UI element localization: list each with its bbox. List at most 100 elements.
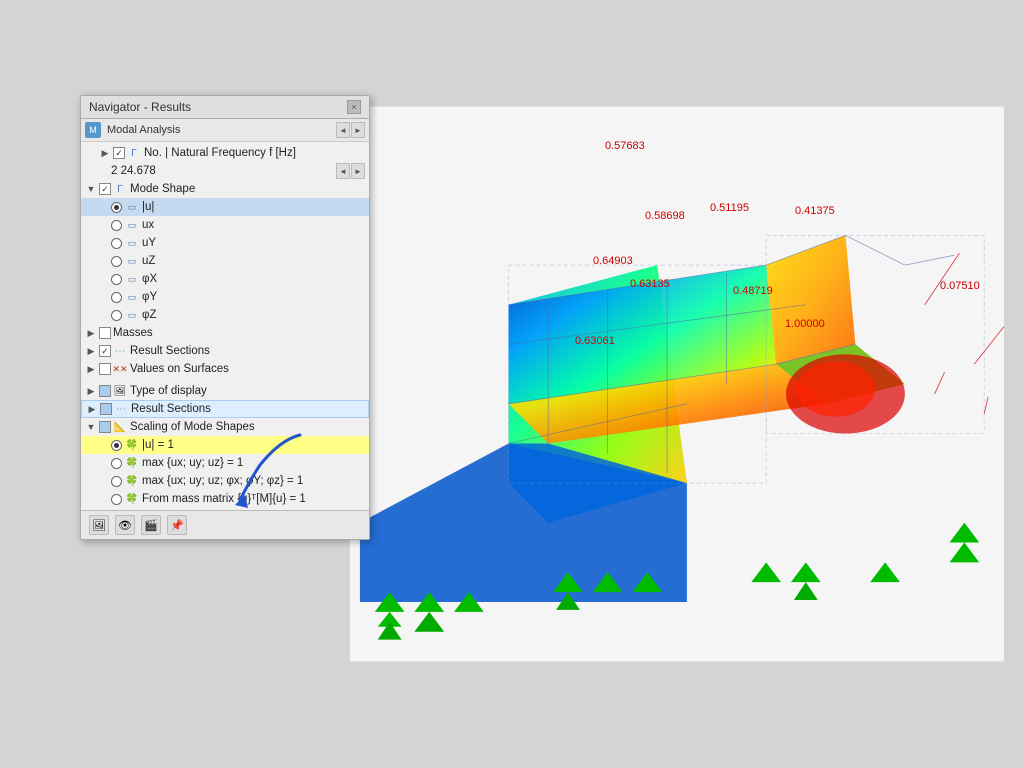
scaling-from-mass-label: From mass matrix {u}ᵀ[M]{u} = 1: [142, 493, 306, 505]
result-sections-checkbox-top[interactable]: [99, 345, 111, 357]
result-sections-icon-bottom: ⋯: [114, 402, 128, 416]
mode-shape-row: ▼ Γ Mode Shape: [81, 180, 369, 198]
type-display-expand[interactable]: ▶: [85, 385, 97, 397]
abs-u-label: |u|: [142, 201, 154, 213]
scaling-max-all-row[interactable]: 🍀 max {ux; uy; uz; φx; φY; φz} = 1: [81, 472, 369, 490]
frequency-value-row: 2 24.678 ◄ ►: [81, 162, 369, 180]
mode-shape-expand[interactable]: ▼: [85, 183, 97, 195]
nav-prev-arrow[interactable]: ◄: [336, 122, 350, 138]
navigator-panel: Navigator - Results × M Modal Analysis ◄…: [80, 95, 370, 540]
masses-label: Masses: [113, 327, 153, 339]
scaling-max-all-radio[interactable]: [111, 476, 122, 487]
result-sections-icon-top: ⋯: [113, 344, 127, 358]
ux-icon: ▭: [125, 218, 139, 232]
phiz-row[interactable]: ▭ φZ: [81, 306, 369, 324]
scaling-mass-icon: 🍀: [125, 492, 139, 506]
masses-expand[interactable]: ▶: [85, 327, 97, 339]
value-label-8: 0.63061: [575, 335, 615, 347]
scaling-max-uxuyuz-row[interactable]: 🍀 max {ux; uy; uz} = 1: [81, 454, 369, 472]
value-label-9: 0.07510: [940, 280, 980, 292]
value-label-3: 0.41375: [795, 205, 835, 217]
ux-radio[interactable]: [111, 220, 122, 231]
masses-row[interactable]: ▶ Masses: [81, 324, 369, 342]
scaling-row[interactable]: ▼ 📐 Scaling of Mode Shapes: [81, 418, 369, 436]
nav-title: Navigator - Results: [89, 100, 191, 114]
values-expand[interactable]: ▶: [85, 363, 97, 375]
type-of-display-row[interactable]: ▶ 🖼 Type of display: [81, 382, 369, 400]
masses-checkbox[interactable]: [99, 327, 111, 339]
uz-icon: ▭: [125, 254, 139, 268]
uz-label: uZ: [142, 255, 155, 267]
phix-row[interactable]: ▭ φX: [81, 270, 369, 288]
nav-content: ▶ Γ No. | Natural Frequency f [Hz] 2 24.…: [81, 142, 369, 510]
abs-u-row[interactable]: ▭ |u|: [81, 198, 369, 216]
nav-dropdown-bar: M Modal Analysis ◄ ►: [81, 119, 369, 142]
scaling-max-icon2: 🍀: [125, 474, 139, 488]
nav-close-button[interactable]: ×: [347, 100, 361, 114]
phiz-label: φZ: [142, 309, 156, 321]
phix-radio[interactable]: [111, 274, 122, 285]
phix-icon: ▭: [125, 272, 139, 286]
phiy-radio[interactable]: [111, 292, 122, 303]
result-sections-row-top[interactable]: ▶ ⋯ Result Sections: [81, 342, 369, 360]
values-checkbox[interactable]: [99, 363, 111, 375]
result-sections-row-bottom[interactable]: ▶ ⋯ Result Sections: [81, 400, 369, 418]
value-label-4: 0.64903: [593, 255, 633, 267]
value-label-1: 0.58698: [645, 210, 685, 222]
nav-next-arrow[interactable]: ►: [351, 122, 365, 138]
result-sections-expand-top[interactable]: ▶: [85, 345, 97, 357]
mode-shape-checkbox[interactable]: [99, 183, 111, 195]
nav-footer: 🖼 👁 🎬 📌: [81, 510, 369, 539]
result-sections-checkbox-bottom[interactable]: [100, 403, 112, 415]
mode-shape-icon: Γ: [113, 182, 127, 196]
scaling-from-mass-radio[interactable]: [111, 494, 122, 505]
abs-u-radio[interactable]: [111, 202, 122, 213]
result-sections-label-top: Result Sections: [130, 345, 210, 357]
abs-u-icon: ▭: [125, 200, 139, 214]
phix-label: φX: [142, 273, 157, 285]
scaling-expand[interactable]: ▼: [85, 421, 97, 433]
value-label-5: 0.63135: [630, 278, 670, 290]
viewport: 0.57683 0.58698 0.51195 0.41375 0.64903 …: [350, 80, 1004, 688]
uy-label: uY: [142, 237, 156, 249]
scaling-max-icon1: 🍀: [125, 456, 139, 470]
freq-prev[interactable]: ◄: [336, 163, 350, 179]
uy-icon: ▭: [125, 236, 139, 250]
phiy-label: φY: [142, 291, 157, 303]
frequency-expand[interactable]: ▶: [99, 147, 111, 159]
scaling-abs1-radio[interactable]: [111, 440, 122, 451]
modal-icon: M: [85, 122, 101, 138]
phiy-icon: ▭: [125, 290, 139, 304]
scaling-max-uxuyuz-radio[interactable]: [111, 458, 122, 469]
values-on-surfaces-label: Values on Surfaces: [130, 363, 229, 375]
value-label-2: 0.51195: [710, 202, 749, 214]
footer-video-icon[interactable]: 🎬: [141, 515, 161, 535]
uy-radio[interactable]: [111, 238, 122, 249]
value-label-6: 0.48719: [733, 285, 773, 297]
workspace: 0.57683 0.58698 0.51195 0.41375 0.64903 …: [0, 0, 1024, 768]
ux-row[interactable]: ▭ ux: [81, 216, 369, 234]
uz-row[interactable]: ▭ uZ: [81, 252, 369, 270]
scaling-checkbox[interactable]: [99, 421, 111, 433]
type-display-checkbox[interactable]: [99, 385, 111, 397]
uy-row[interactable]: ▭ uY: [81, 234, 369, 252]
freq-next[interactable]: ►: [351, 163, 365, 179]
scaling-max-all-label: max {ux; uy; uz; φx; φY; φz} = 1: [142, 475, 303, 487]
modal-analysis-label: Modal Analysis: [103, 124, 334, 136]
footer-eye-icon[interactable]: 👁: [115, 515, 135, 535]
uz-radio[interactable]: [111, 256, 122, 267]
footer-pin-icon[interactable]: 📌: [167, 515, 187, 535]
footer-image-icon[interactable]: 🖼: [89, 515, 109, 535]
scaling-from-mass-row[interactable]: 🍀 From mass matrix {u}ᵀ[M]{u} = 1: [81, 490, 369, 508]
values-on-surfaces-row[interactable]: ▶ ✕✕ Values on Surfaces: [81, 360, 369, 378]
phiy-row[interactable]: ▭ φY: [81, 288, 369, 306]
values-icon: ✕✕: [113, 362, 127, 376]
frequency-value: 2 24.678: [111, 165, 156, 177]
frequency-checkbox[interactable]: [113, 147, 125, 159]
result-sections-expand-bottom[interactable]: ▶: [86, 403, 98, 415]
freq-value-arrows: ◄ ►: [336, 163, 365, 179]
mode-shape-label: Mode Shape: [130, 183, 195, 195]
scaling-abs1-row[interactable]: 🍀 |u| = 1: [81, 436, 369, 454]
scaling-abs1-icon: 🍀: [125, 438, 139, 452]
phiz-radio[interactable]: [111, 310, 122, 321]
